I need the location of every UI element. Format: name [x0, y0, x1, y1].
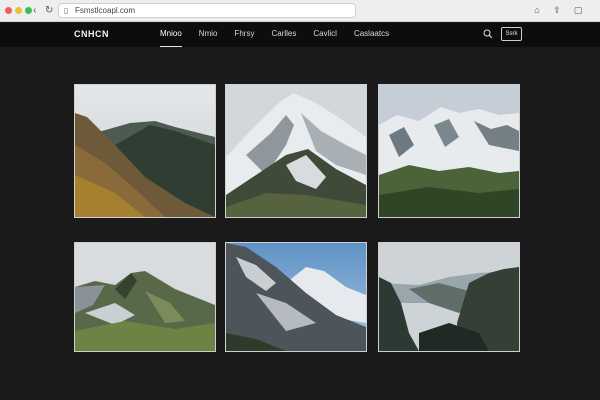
gallery-photo-3[interactable]	[378, 84, 520, 218]
extension-icon[interactable]: ⌂	[531, 4, 543, 17]
tabs-icon[interactable]: ▢	[572, 4, 584, 17]
address-url: Fsmstlcoapl.com	[75, 6, 136, 15]
search-icon[interactable]	[483, 28, 493, 40]
back-icon[interactable]: ‹	[33, 4, 36, 18]
gallery-photo-6[interactable]	[378, 242, 520, 352]
nav-item-1[interactable]: Mnioo	[160, 29, 182, 47]
nav-item-6[interactable]: Caslaatcs	[354, 29, 389, 42]
nav-item-2[interactable]: Nmio	[199, 29, 218, 42]
nav-item-4[interactable]: Carlles	[271, 29, 296, 42]
browser-toolbar: ‹ ↻ ▯ Fsmstlcoapl.com ⌂ ⇪ ▢	[0, 0, 600, 22]
mountain-photo	[379, 243, 519, 351]
mountain-photo	[226, 85, 366, 217]
site-header: CNHCN Mnioo Nmio Fhrsy Carlles Cavlicl C…	[0, 23, 600, 47]
nav-item-3[interactable]: Fhrsy	[234, 29, 254, 42]
lock-icon: ▯	[64, 6, 69, 15]
gallery-photo-2[interactable]	[225, 84, 367, 218]
maximize-window-button[interactable]	[25, 7, 32, 14]
header-button[interactable]: Ssrk	[501, 27, 522, 41]
main-nav: Mnioo Nmio Fhrsy Carlles Cavlicl Caslaat…	[160, 29, 406, 47]
minimize-window-button[interactable]	[15, 7, 22, 14]
mountain-photo	[379, 85, 519, 217]
nav-item-5[interactable]: Cavlicl	[313, 29, 337, 42]
gallery-photo-5[interactable]	[225, 242, 367, 352]
mountain-photo	[75, 243, 215, 351]
gallery-photo-4[interactable]	[74, 242, 216, 352]
address-bar[interactable]: ▯ Fsmstlcoapl.com	[58, 3, 356, 18]
share-icon[interactable]: ⇪	[551, 4, 563, 17]
gallery-photo-1[interactable]	[74, 84, 216, 218]
mountain-photo	[75, 85, 215, 217]
reload-icon[interactable]: ↻	[45, 4, 53, 18]
mountain-photo	[226, 243, 366, 351]
site-logo[interactable]: CNHCN	[74, 29, 109, 39]
close-window-button[interactable]	[5, 7, 12, 14]
